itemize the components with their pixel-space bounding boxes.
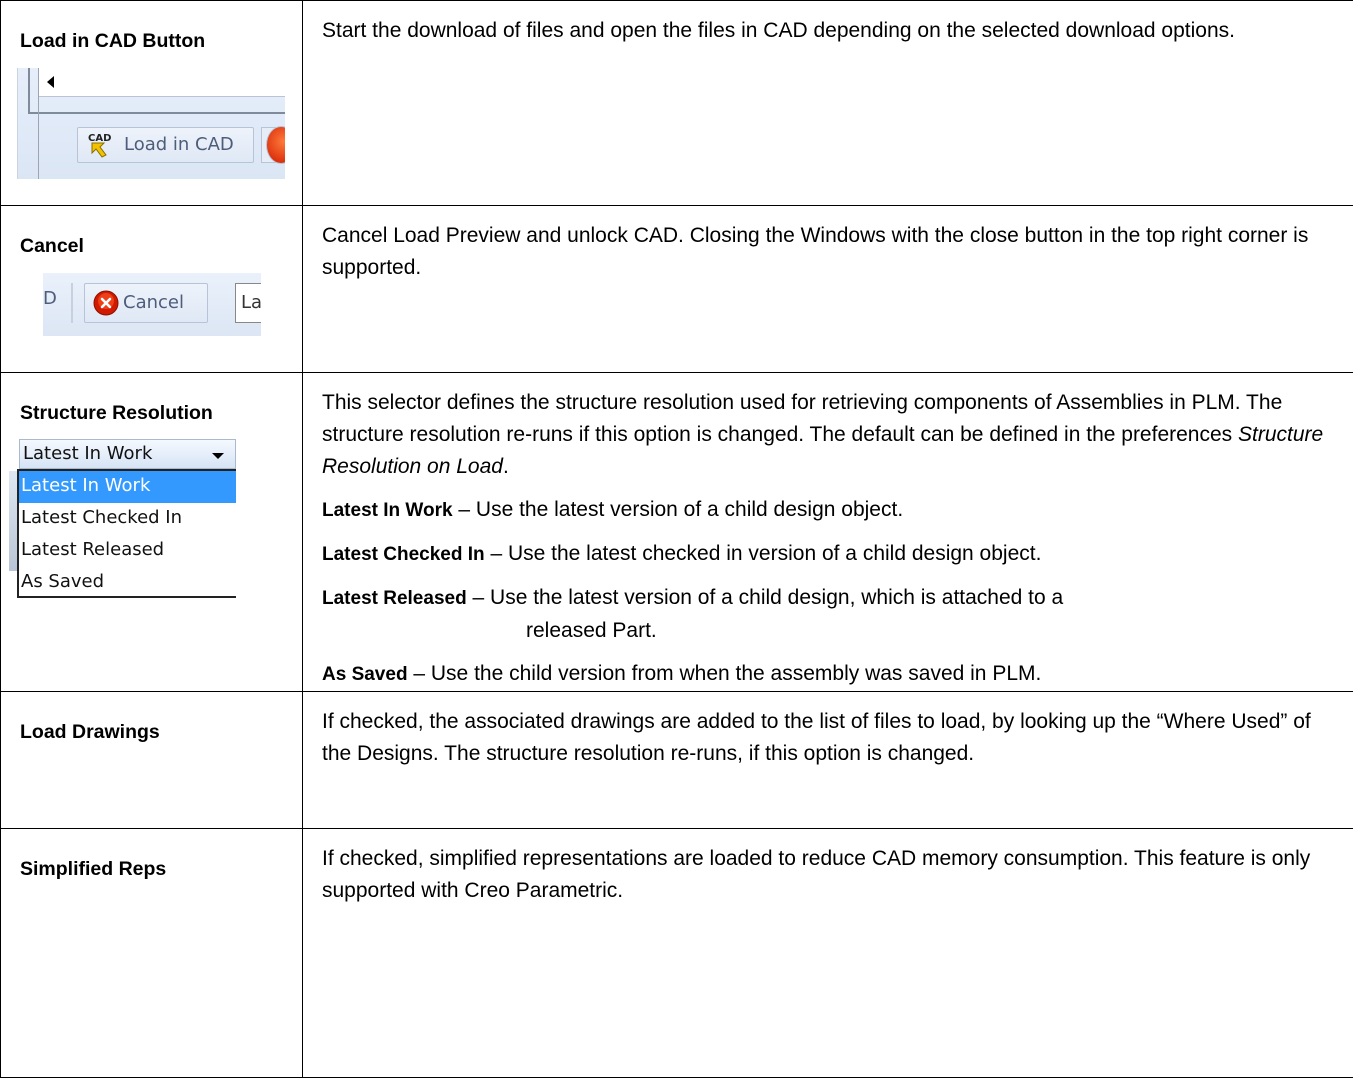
cancel-button[interactable]: Cancel	[84, 283, 208, 323]
option-text: – Use the latest checked in version of a…	[485, 542, 1042, 565]
dropdown-option[interactable]: Latest In Work	[19, 471, 236, 503]
description-cell: If checked, simplified representations a…	[303, 829, 1353, 1078]
option-term: As Saved	[322, 664, 408, 685]
table-row-load-drawings: Load Drawings If checked, the associated…	[1, 692, 1353, 829]
row-description: If checked, the associated drawings are …	[322, 706, 1341, 770]
option-explanation: Latest Checked In – Use the latest check…	[322, 538, 1341, 571]
svg-text:CAD: CAD	[88, 133, 111, 144]
cancel-x-icon	[93, 290, 119, 316]
cancel-label: Cancel	[123, 292, 184, 313]
label-cell: Structure Resolution Latest In Work Late…	[1, 373, 303, 692]
load-in-cad-button[interactable]: CAD Load in CAD	[77, 127, 254, 163]
label-cell: Cancel D Cancel La	[1, 206, 303, 373]
feature-table: Load in CAD Button CAD Load in CAD	[0, 0, 1353, 1078]
dropdown-option[interactable]: Latest Checked In	[19, 503, 236, 535]
combo-arrow-icon	[212, 453, 224, 459]
divider	[28, 68, 30, 114]
table-row-simplified-reps: Simplified Reps If checked, simplified r…	[1, 829, 1353, 1078]
selected-value: Latest In Work	[23, 443, 152, 464]
option-explanation: As Saved – Use the child version from wh…	[322, 658, 1341, 691]
next-button-fragment[interactable]: La	[235, 283, 261, 323]
option-text: – Use the latest version of a child desi…	[453, 498, 904, 521]
cancel-screenshot: D Cancel La	[43, 273, 261, 336]
row-description: This selector defines the structure reso…	[322, 387, 1341, 483]
row-title: Load Drawings	[20, 720, 292, 744]
description-cell: This selector defines the structure reso…	[303, 373, 1353, 692]
row-title: Simplified Reps	[20, 857, 292, 881]
label-cell: Load Drawings	[1, 692, 303, 829]
divider	[38, 68, 39, 179]
row-title: Load in CAD Button	[20, 29, 292, 53]
row-description: Cancel Load Preview and unlock CAD. Clos…	[322, 220, 1341, 284]
row-title: Cancel	[20, 234, 292, 258]
structure-resolution-screenshot: Latest In Work Latest In Work Latest Che…	[6, 439, 236, 619]
description-cell: If checked, the associated drawings are …	[303, 692, 1353, 829]
scroll-left-arrow-icon	[47, 76, 54, 88]
label-cell: Load in CAD Button CAD Load in CAD	[1, 1, 303, 206]
option-term: Latest Checked In	[322, 544, 485, 565]
dropdown-option[interactable]: Latest Released	[19, 535, 236, 567]
table-row-load-in-cad: Load in CAD Button CAD Load in CAD	[1, 1, 1353, 206]
load-in-cad-screenshot: CAD Load in CAD	[17, 68, 285, 179]
option-explanation: Latest In Work – Use the latest version …	[322, 494, 1341, 527]
option-text: – Use the child version from when the as…	[408, 662, 1042, 685]
row-description: Start the download of files and open the…	[322, 15, 1341, 47]
background-panel	[9, 471, 17, 571]
cad-load-icon: CAD	[86, 131, 116, 159]
description-cell: Cancel Load Preview and unlock CAD. Clos…	[303, 206, 1353, 373]
prev-button-fragment: D	[43, 288, 57, 309]
dropdown-list: Latest In Work Latest Checked In Latest …	[17, 469, 236, 598]
horizontal-scrollbar	[39, 68, 285, 97]
option-continuation: released Part.	[322, 615, 1341, 647]
divider	[28, 112, 285, 114]
structure-resolution-select[interactable]: Latest In Work	[19, 439, 236, 469]
description-text: .	[503, 455, 509, 478]
table-row-structure-resolution: Structure Resolution Latest In Work Late…	[1, 373, 1353, 692]
load-in-cad-label: Load in CAD	[124, 134, 234, 155]
divider	[71, 283, 73, 323]
label-cell: Simplified Reps	[1, 829, 303, 1078]
option-explanation: Latest Released – Use the latest version…	[322, 582, 1341, 615]
option-term: Latest Released	[322, 588, 467, 609]
table-row-cancel: Cancel D Cancel La Cancel Load Preview a…	[1, 206, 1353, 373]
row-title: Structure Resolution	[20, 401, 292, 425]
option-term: Latest In Work	[322, 500, 453, 521]
dropdown-option[interactable]: As Saved	[19, 567, 236, 599]
row-description: If checked, simplified representations a…	[322, 843, 1341, 907]
option-text: – Use the latest version of a child desi…	[467, 586, 1064, 609]
description-cell: Start the download of files and open the…	[303, 1, 1353, 206]
description-text: This selector defines the structure reso…	[322, 391, 1282, 446]
